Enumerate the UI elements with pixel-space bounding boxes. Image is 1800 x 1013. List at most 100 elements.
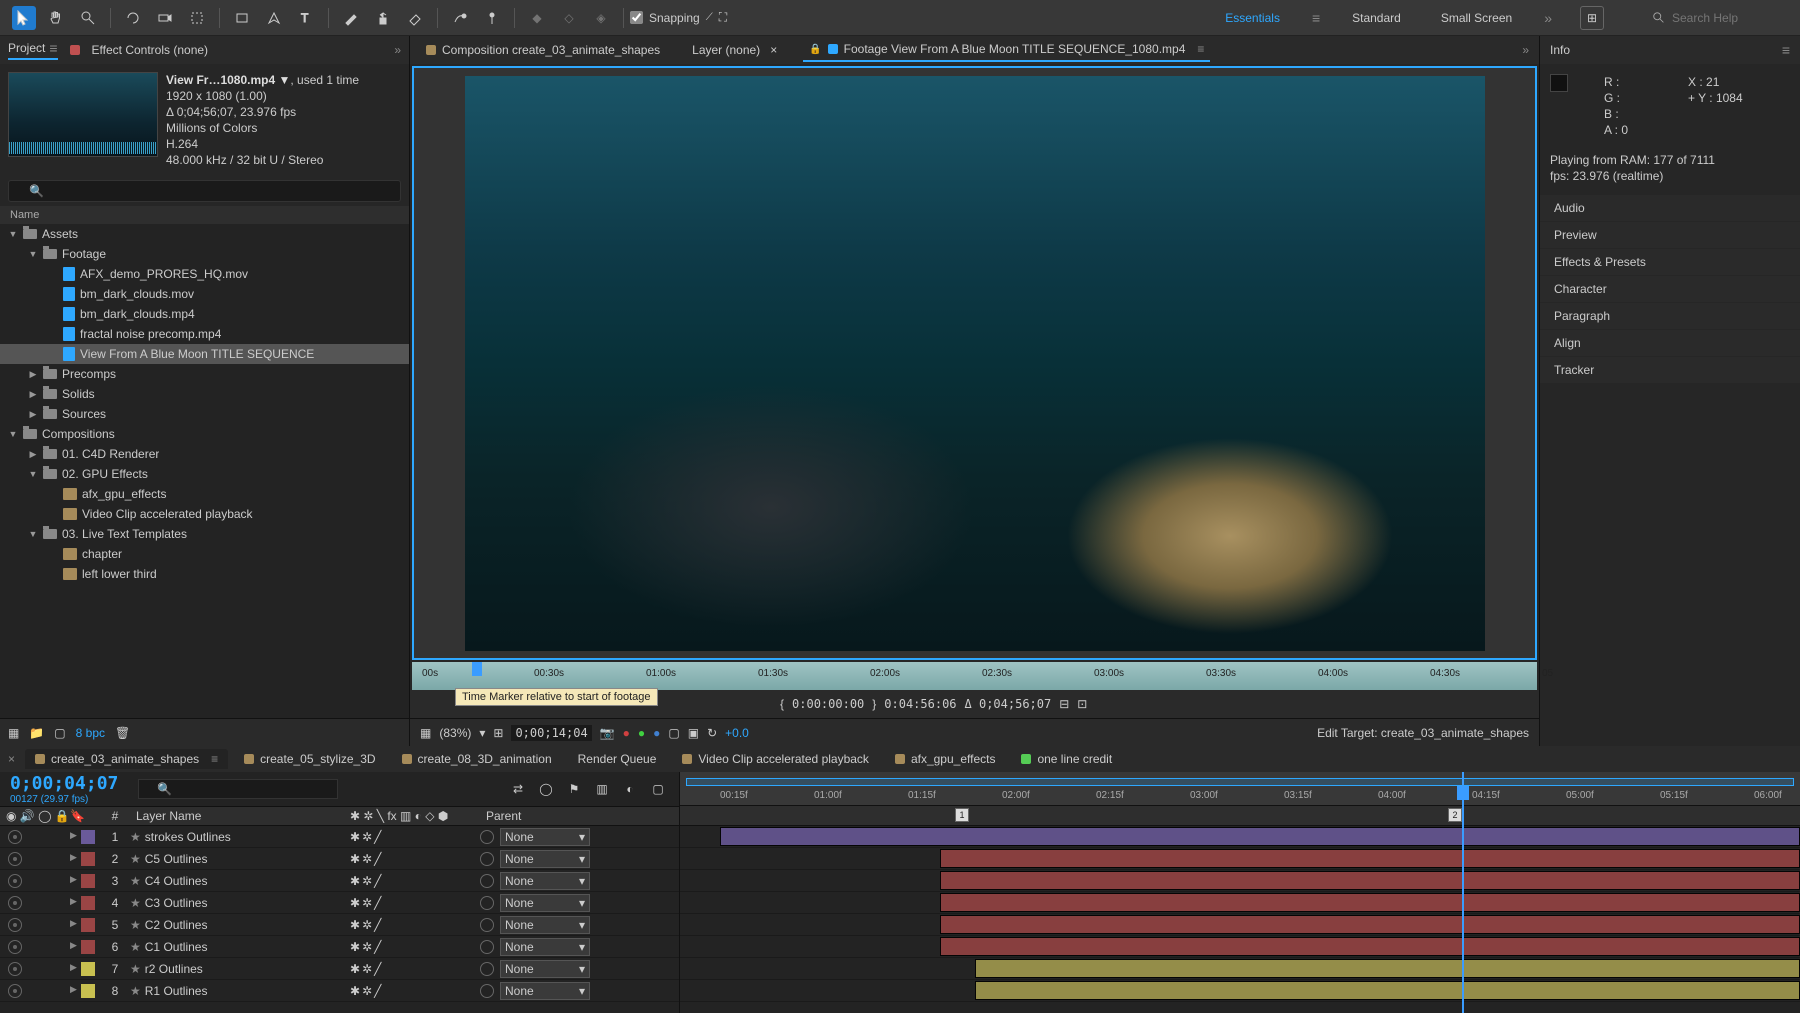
tree-item[interactable]: ▼Compositions — [0, 424, 409, 444]
panel-header-audio[interactable]: Audio — [1540, 195, 1800, 221]
twisty-icon[interactable]: ▶ — [28, 389, 38, 400]
workspace-standard[interactable]: Standard — [1344, 7, 1409, 29]
new-folder-icon[interactable]: 📁 — [29, 726, 44, 740]
workspace-small-screen[interactable]: Small Screen — [1433, 7, 1520, 29]
local-axis-mode[interactable]: ◆ — [525, 6, 549, 30]
workspace-menu-icon[interactable]: ≡ — [1312, 10, 1320, 26]
parent-dropdown[interactable]: None▾ — [500, 894, 590, 912]
layer-row[interactable]: ▶ 5 ★C2 Outlines ✱✲╱ None▾ — [0, 914, 679, 936]
shy-icon[interactable]: ⚑ — [563, 778, 585, 800]
graph-editor-icon[interactable]: ▢ — [647, 778, 669, 800]
parent-dropdown[interactable]: None▾ — [500, 850, 590, 868]
tree-item[interactable]: ▶Solids — [0, 384, 409, 404]
pan-behind-tool[interactable] — [185, 6, 209, 30]
channel-red-icon[interactable]: ● — [623, 726, 630, 740]
clip[interactable] — [940, 871, 1800, 890]
tree-item[interactable]: left lower third — [0, 564, 409, 584]
twisty-icon[interactable]: ▼ — [28, 529, 38, 539]
pickwhip-icon[interactable] — [480, 852, 494, 866]
rectangle-tool[interactable] — [230, 6, 254, 30]
track[interactable] — [680, 870, 1800, 892]
viewer-overflow-icon[interactable]: » — [1522, 43, 1529, 57]
tree-item[interactable]: fractal noise precomp.mp4 — [0, 324, 409, 344]
timeline-search-input[interactable] — [138, 779, 338, 799]
panel-header-align[interactable]: Align — [1540, 330, 1800, 356]
project-tab[interactable]: Project ≡ — [8, 40, 58, 60]
twisty-icon[interactable]: ▶ — [28, 409, 38, 420]
out-point-tc[interactable]: 0:04:56:06 — [884, 697, 956, 711]
workspace-settings-icon[interactable]: ⊞ — [1580, 6, 1604, 30]
panel-header-tracker[interactable]: Tracker — [1540, 357, 1800, 383]
timeline-tab[interactable]: Render Queue — [568, 749, 667, 769]
pickwhip-icon[interactable] — [480, 896, 494, 910]
comp-mini-flowchart-icon[interactable]: ⇄ — [507, 778, 529, 800]
tree-item[interactable]: ▶Precomps — [0, 364, 409, 384]
timeline-marker-track[interactable]: 12 — [680, 806, 1800, 826]
clip[interactable] — [975, 959, 1800, 978]
puppet-pin-tool[interactable] — [480, 6, 504, 30]
clip[interactable] — [940, 915, 1800, 934]
tree-item[interactable]: ▼03. Live Text Templates — [0, 524, 409, 544]
tree-item[interactable]: AFX_demo_PRORES_HQ.mov — [0, 264, 409, 284]
label-color[interactable] — [81, 940, 95, 954]
twisty-icon[interactable]: ▼ — [28, 469, 38, 479]
track[interactable] — [680, 826, 1800, 848]
visibility-toggle[interactable] — [8, 874, 22, 888]
track[interactable] — [680, 914, 1800, 936]
mag-ratio-dropdown[interactable]: (83%) — [439, 726, 471, 740]
toggle-pixel-ar-icon[interactable]: ▣ — [688, 726, 699, 740]
tree-item[interactable]: ▼Footage — [0, 244, 409, 264]
twisty-icon[interactable]: ▼ — [8, 429, 18, 439]
parent-dropdown[interactable]: None▾ — [500, 960, 590, 978]
current-time-tc[interactable]: 0;00;14;04 — [511, 725, 591, 741]
timeline-tab[interactable]: create_08_3D_animation — [392, 749, 562, 769]
viewer[interactable] — [412, 66, 1537, 660]
label-color[interactable] — [81, 984, 95, 998]
workspace-essentials[interactable]: Essentials — [1217, 7, 1288, 29]
camera-tool[interactable] — [153, 6, 177, 30]
layer-row[interactable]: ▶ 2 ★C5 Outlines ✱✲╱ None▾ — [0, 848, 679, 870]
pickwhip-icon[interactable] — [480, 874, 494, 888]
new-comp-icon[interactable]: ▢ — [54, 726, 65, 740]
visibility-toggle[interactable] — [8, 896, 22, 910]
eraser-tool[interactable] — [403, 6, 427, 30]
snapping-toggle[interactable]: Snapping ⟋ ⛶ — [630, 10, 727, 25]
timeline-tab[interactable]: create_05_stylize_3D — [234, 749, 385, 769]
world-axis-mode[interactable]: ◇ — [557, 6, 581, 30]
frame-blend-icon[interactable]: ▥ — [591, 778, 613, 800]
loop-icon[interactable]: ↻ — [707, 726, 717, 740]
pickwhip-icon[interactable] — [480, 940, 494, 954]
panel-overflow-icon[interactable]: » — [394, 43, 401, 57]
parent-dropdown[interactable]: None▾ — [500, 828, 590, 846]
timeline-tab[interactable]: one line credit — [1011, 749, 1122, 769]
hand-tool[interactable] — [44, 6, 68, 30]
tree-item[interactable]: Video Clip accelerated playback — [0, 504, 409, 524]
track[interactable] — [680, 936, 1800, 958]
parent-dropdown[interactable]: None▾ — [500, 916, 590, 934]
effect-controls-tab[interactable]: Effect Controls (none) — [92, 43, 209, 57]
track[interactable] — [680, 958, 1800, 980]
layer-row[interactable]: ▶ 8 ★R1 Outlines ✱✲╱ None▾ — [0, 980, 679, 1002]
motion-blur-icon[interactable]: ◐ — [619, 778, 641, 800]
viewer-tab[interactable]: 🔒Footage View From A Blue Moon TITLE SEQ… — [803, 38, 1210, 62]
label-color[interactable] — [81, 830, 95, 844]
clip[interactable] — [975, 981, 1800, 1000]
twisty-icon[interactable]: ▼ — [8, 229, 18, 239]
zoom-tool[interactable] — [76, 6, 100, 30]
twisty-icon[interactable]: ▶ — [28, 369, 38, 380]
tree-item[interactable]: bm_dark_clouds.mov — [0, 284, 409, 304]
overlay-edit-icon[interactable]: ⊡ — [1077, 697, 1087, 711]
brush-tool[interactable] — [339, 6, 363, 30]
panel-header-character[interactable]: Character — [1540, 276, 1800, 302]
mini-playhead[interactable] — [472, 662, 482, 676]
visibility-toggle[interactable] — [8, 940, 22, 954]
comp-marker[interactable]: 2 — [1448, 808, 1462, 822]
timeline-tab[interactable]: create_03_animate_shapes≡ — [25, 749, 228, 769]
clip[interactable] — [940, 937, 1800, 956]
tree-item[interactable]: ▶01. C4D Renderer — [0, 444, 409, 464]
workspace-overflow-icon[interactable]: » — [1544, 10, 1552, 26]
tree-item[interactable]: ▼02. GPU Effects — [0, 464, 409, 484]
snapping-checkbox[interactable] — [630, 11, 643, 24]
project-search-input[interactable] — [8, 180, 401, 202]
footage-mini-timeline[interactable]: 00s00:30s01:00s01:30s02:00s02:30s03:00s0… — [412, 662, 1537, 690]
